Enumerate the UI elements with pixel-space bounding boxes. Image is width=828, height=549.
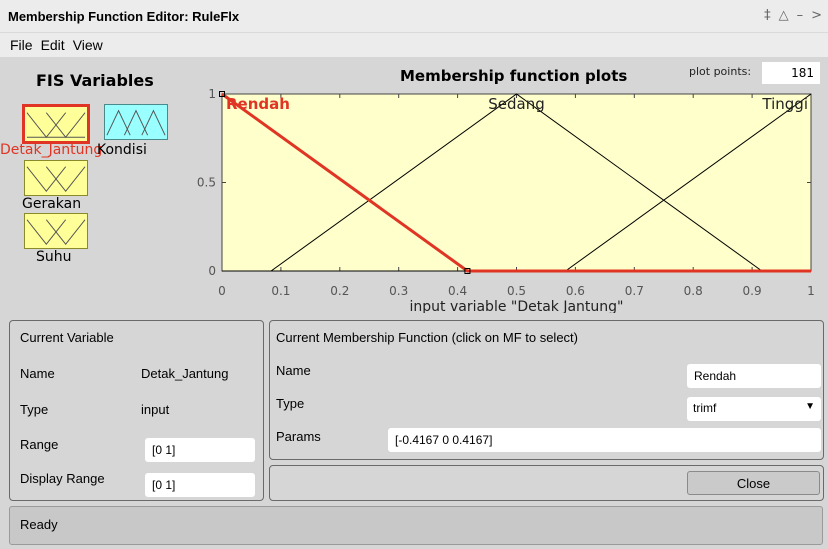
menu-file[interactable]: File (10, 37, 33, 53)
cv-name-value: Detak_Jantung (141, 366, 229, 381)
menu-view[interactable]: View (73, 37, 103, 53)
x-tick-label: 0.9 (743, 284, 762, 298)
window-title: Membership Function Editor: RuleFlx (8, 8, 240, 24)
cv-type-value: input (141, 402, 170, 417)
menu-bar: File Edit View (0, 33, 828, 57)
window-controls: ‡ △ – > (764, 8, 822, 23)
menu-edit[interactable]: Edit (41, 37, 65, 53)
cv-range-label: Range (20, 437, 59, 452)
status-bar: Ready (9, 506, 823, 545)
x-tick-label: 0.5 (507, 284, 526, 298)
close-panel: Close (269, 465, 824, 501)
x-tick-label: 0.2 (330, 284, 349, 298)
x-tick-label: 0 (218, 284, 226, 298)
x-tick-label: 0.1 (271, 284, 290, 298)
mf-name-field[interactable]: Rendah (687, 364, 821, 388)
mf-type-dropdown[interactable]: trimf ▼ (687, 397, 821, 421)
mf-name-label: Name (276, 363, 311, 378)
status-text: Ready (20, 517, 58, 532)
current-variable-header: Current Variable (20, 330, 114, 345)
cv-name-label: Name (20, 366, 55, 381)
title-bar: Membership Function Editor: RuleFlx ‡ △ … (0, 0, 828, 33)
cv-type-label: Type (20, 402, 49, 417)
mf-type-value: trimf (693, 401, 717, 415)
mf-label-tinggi: Tinggi (761, 95, 808, 113)
mf-label-rendah: Rendah (226, 95, 290, 113)
x-tick-label: 0.7 (625, 284, 644, 298)
mf-params-field[interactable]: [-0.4167 0 0.4167] (388, 428, 821, 452)
current-mf-panel: Current Membership Function (click on MF… (269, 320, 824, 460)
display-range-field[interactable]: [0 1] (145, 473, 255, 497)
minimize-icon[interactable]: – (797, 8, 804, 23)
pin-icon[interactable]: ‡ (764, 8, 771, 23)
mf-params-label: Params (276, 429, 321, 444)
x-tick-label: 0.4 (448, 284, 467, 298)
x-tick-label: 1 (807, 284, 815, 298)
current-variable-panel: Current Variable Name Detak_Jantung Type… (9, 320, 264, 501)
cv-display-range-label: Display Range (20, 471, 105, 486)
close-button[interactable]: Close (687, 471, 820, 495)
range-field[interactable]: [0 1] (145, 438, 255, 462)
x-tick-label: 0.6 (566, 284, 585, 298)
x-axis-label: input variable "Detak Jantung" (410, 299, 624, 313)
y-tick-label: 1 (208, 87, 216, 101)
maximize-icon[interactable]: △ (779, 8, 789, 23)
membership-function-plot[interactable]: 0 0.1 0.2 0.3 0.4 0.5 0.6 0.7 0.8 0.9 1 0 0.5 1 input … (0, 57, 828, 313)
x-tick-label: 0.8 (684, 284, 703, 298)
editor-canvas: FIS Variables Detak_Jantung Kondisi Gera… (0, 57, 828, 313)
y-tick-label: 0 (208, 264, 216, 278)
current-mf-header: Current Membership Function (click on MF… (276, 330, 578, 345)
x-tick-label: 0.3 (389, 284, 408, 298)
chevron-down-icon: ▼ (805, 401, 815, 412)
plot-area (221, 93, 812, 272)
close-window-icon[interactable]: > (811, 8, 822, 23)
y-tick-label: 0.5 (197, 176, 216, 190)
mf-label-sedang: Sedang (488, 95, 545, 113)
mf-type-label: Type (276, 396, 305, 411)
